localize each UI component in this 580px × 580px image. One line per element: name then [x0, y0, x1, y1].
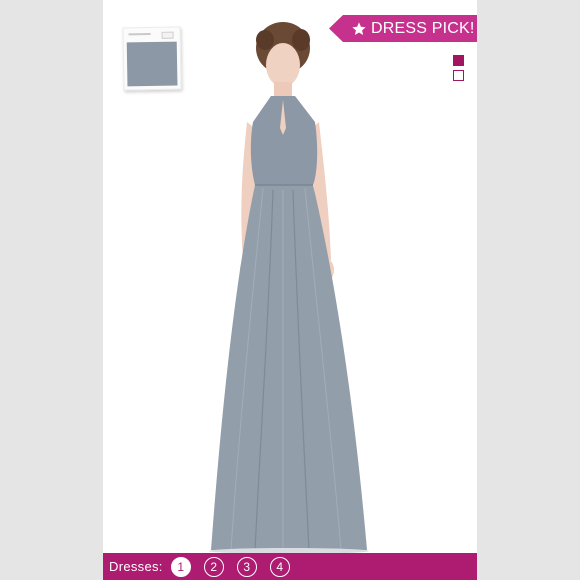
model-face [266, 43, 300, 87]
fabric-swatch [126, 41, 178, 87]
color-option-outline[interactable] [453, 70, 464, 81]
dress-pick-label: DRESS PICK! [371, 19, 475, 37]
page-3-button[interactable]: 3 [236, 556, 257, 577]
page-4-button[interactable]: 4 [269, 556, 290, 577]
swatch-card-brand-mark [128, 33, 151, 36]
page-2-button[interactable]: 2 [203, 556, 224, 577]
swatch-card-tag [161, 31, 174, 39]
pager-label: Dresses: [109, 559, 163, 574]
model-in-gown-image [209, 22, 369, 554]
page-1-button[interactable]: 1 [170, 556, 191, 577]
listing-frame: DRESS PICK! Dresses: 1 2 3 4 [0, 0, 580, 580]
left-margin [0, 0, 103, 580]
dress-skirt [211, 185, 367, 550]
color-option-filled[interactable] [453, 55, 464, 66]
fabric-swatch-card [122, 26, 182, 91]
right-margin [477, 0, 580, 580]
product-card: DRESS PICK! [103, 0, 477, 580]
dresses-pager: Dresses: 1 2 3 4 [103, 553, 477, 580]
